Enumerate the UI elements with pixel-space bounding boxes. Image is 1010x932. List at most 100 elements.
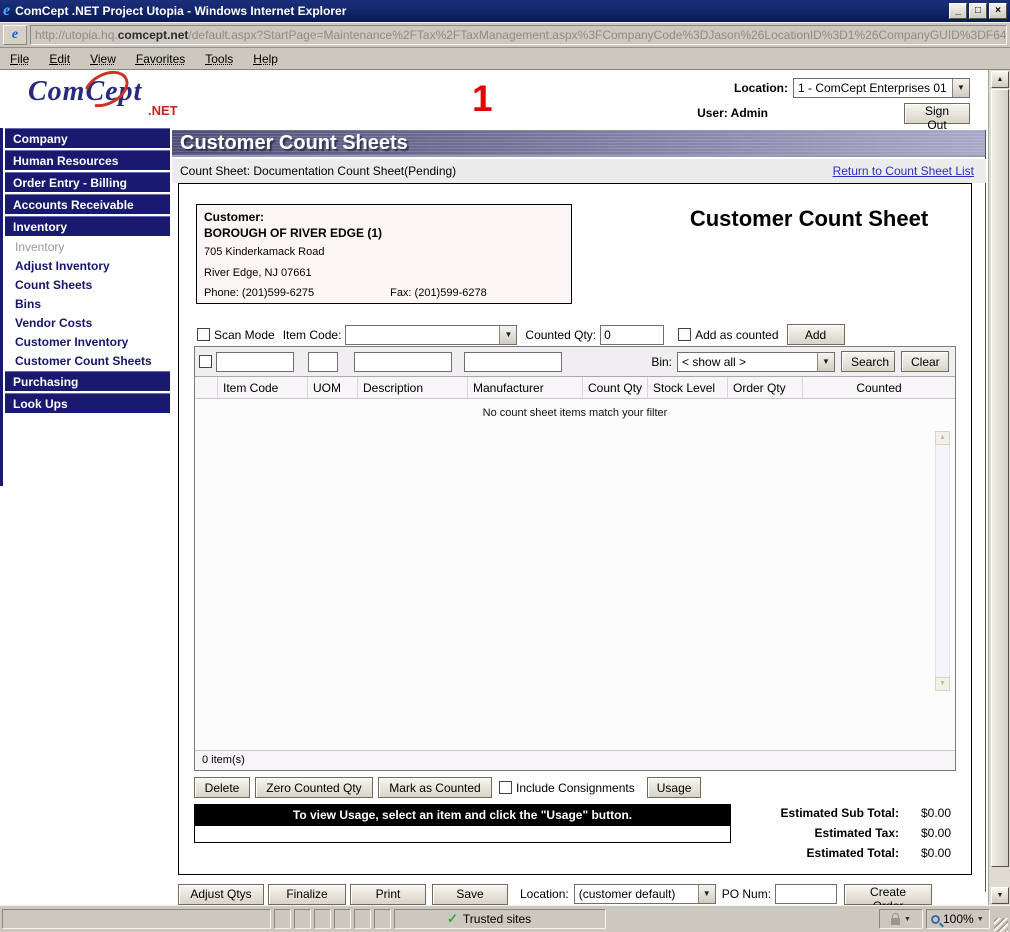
filter-description-input[interactable] <box>354 352 452 372</box>
add-as-counted-checkbox[interactable] <box>678 328 691 341</box>
column-count-qty: Count Qty <box>582 377 647 398</box>
finalize-button[interactable]: Finalize <box>268 884 346 905</box>
sidebar-subitem-customer-inventory[interactable]: Customer Inventory <box>5 333 170 352</box>
sheet-title: Customer Count Sheet <box>644 206 974 232</box>
zoom-control[interactable]: 100% ▼ <box>926 909 990 929</box>
table-scrollbar[interactable]: ▲ ▼ <box>935 431 950 691</box>
filter-item-code-input[interactable] <box>216 352 294 372</box>
sidebar-item-human-resources[interactable]: Human Resources <box>5 150 170 170</box>
chevron-down-icon[interactable]: ▼ <box>817 353 834 371</box>
annotation-marker-1: 1 <box>472 80 493 117</box>
po-num-input[interactable] <box>775 884 837 904</box>
status-mini-panel <box>294 909 311 929</box>
sidebar-item-inventory[interactable]: Inventory <box>5 216 170 236</box>
count-sheet-name: Count Sheet: Documentation Count Sheet(P… <box>180 164 456 178</box>
empty-table-message: No count sheet items match your filter <box>195 407 955 419</box>
scroll-down-icon[interactable]: ▼ <box>991 887 1009 904</box>
print-button[interactable]: Print <box>350 884 426 905</box>
item-code-select[interactable]: ▼ <box>345 325 517 345</box>
sidebar-item-company[interactable]: Company <box>5 128 170 148</box>
bottom-location-select[interactable]: (customer default) ▼ <box>574 884 716 904</box>
search-button[interactable]: Search <box>841 351 895 372</box>
chevron-down-icon[interactable]: ▼ <box>904 916 911 923</box>
location-label: Location: <box>734 81 788 95</box>
menu-tools[interactable]: Tools <box>205 52 233 66</box>
sidebar-subitem-vendor-costs[interactable]: Vendor Costs <box>5 314 170 333</box>
resize-grip[interactable] <box>994 918 1008 932</box>
column-counted: Counted <box>802 377 955 398</box>
status-mini-panel <box>274 909 291 929</box>
adjust-qtys-button[interactable]: Adjust Qtys <box>178 884 264 905</box>
mark-as-counted-button[interactable]: Mark as Counted <box>378 777 492 798</box>
usage-button[interactable]: Usage <box>647 777 701 798</box>
chevron-down-icon[interactable]: ▼ <box>499 326 516 344</box>
sidebar-item-accounts-receivable[interactable]: Accounts Receivable <box>5 194 170 214</box>
maximize-button[interactable]: □ <box>969 3 987 19</box>
estimated-total-label: Estimated Total: <box>807 846 899 860</box>
zero-counted-qty-button[interactable]: Zero Counted Qty <box>255 777 373 798</box>
menu-help[interactable]: Help <box>253 52 278 66</box>
location-select[interactable]: 1 - ComCept Enterprises 01 ▼ <box>793 78 970 98</box>
address-input[interactable]: http://utopia.hq.comcept.net/default.asp… <box>30 25 1007 45</box>
browser-scrollbar[interactable]: ▲ ▼ <box>988 70 1010 905</box>
sidebar-subitem-bins[interactable]: Bins <box>5 295 170 314</box>
sidebar-item-order-entry-billing[interactable]: Order Entry - Billing <box>5 172 170 192</box>
bin-label: Bin: <box>651 355 672 369</box>
url-path: /default.aspx?StartPage=Maintenance%2FTa… <box>188 28 1007 42</box>
menu-view[interactable]: View <box>90 52 116 66</box>
customer-name: BOROUGH OF RIVER EDGE (1) <box>204 226 564 240</box>
ie-logo-icon: e <box>3 3 10 19</box>
return-to-count-sheet-list-link[interactable]: Return to Count Sheet List <box>833 164 974 178</box>
scan-mode-label: Scan Mode <box>214 328 275 342</box>
sidebar-subitem-count-sheets[interactable]: Count Sheets <box>5 276 170 295</box>
sidebar-nav: Company Human Resources Order Entry - Bi… <box>0 128 170 415</box>
page-header: ComCept .NET 1 Location: 1 - ComCept Ent… <box>0 70 988 128</box>
counted-qty-input[interactable] <box>600 325 664 345</box>
comcept-logo: ComCept .NET <box>28 76 198 124</box>
scroll-up-icon[interactable]: ▲ <box>991 71 1009 88</box>
counted-qty-label: Counted Qty: <box>525 328 596 342</box>
usage-hint-empty-row <box>194 826 731 843</box>
delete-button[interactable]: Delete <box>194 777 250 798</box>
magnifier-icon <box>931 915 940 924</box>
page-favicon: e <box>3 25 27 45</box>
table-header-row: Item Code UOM Description Manufacturer C… <box>195 377 955 399</box>
title-bar: e ComCept .NET Project Utopia - Windows … <box>0 0 1010 22</box>
select-all-checkbox[interactable] <box>199 355 212 368</box>
filter-manufacturer-input[interactable] <box>464 352 562 372</box>
trusted-sites-label: Trusted sites <box>463 912 531 926</box>
ie-page-icon: e <box>12 27 18 43</box>
include-consignments-checkbox[interactable] <box>499 781 512 794</box>
filter-uom-input[interactable] <box>308 352 338 372</box>
bin-select[interactable]: < show all > ▼ <box>677 352 835 372</box>
protected-mode-panel[interactable]: ▼ <box>879 909 923 929</box>
customer-label: Customer: <box>204 210 564 224</box>
chevron-down-icon[interactable]: ▼ <box>698 885 715 903</box>
sidebar-item-look-ups[interactable]: Look Ups <box>5 393 170 413</box>
menu-favorites[interactable]: Favorites <box>136 52 185 66</box>
scan-mode-checkbox[interactable] <box>197 328 210 341</box>
add-button[interactable]: Add <box>787 324 845 345</box>
scrollbar-thumb[interactable] <box>991 89 1009 867</box>
menu-file[interactable]: File <box>10 52 29 66</box>
status-mini-panel <box>354 909 371 929</box>
minimize-button[interactable]: _ <box>949 3 967 19</box>
sidebar-subitem-customer-count-sheets[interactable]: Customer Count Sheets <box>5 352 170 371</box>
scroll-up-icon[interactable]: ▲ <box>935 431 950 445</box>
table-scrollbar-track[interactable] <box>935 445 950 677</box>
sign-out-button[interactable]: Sign Out <box>904 103 970 124</box>
scroll-down-icon[interactable]: ▼ <box>935 677 950 691</box>
clear-button[interactable]: Clear <box>901 351 949 372</box>
page-title: Customer Count Sheets <box>172 130 986 157</box>
menu-edit[interactable]: Edit <box>49 52 70 66</box>
sidebar-subitem-adjust-inventory[interactable]: Adjust Inventory <box>5 257 170 276</box>
chevron-down-icon[interactable]: ▼ <box>977 916 984 923</box>
sidebar-item-purchasing[interactable]: Purchasing <box>5 371 170 391</box>
address-bar: e http://utopia.hq.comcept.net/default.a… <box>0 22 1010 48</box>
save-button[interactable]: Save <box>432 884 508 905</box>
close-button[interactable]: × <box>989 3 1007 19</box>
chevron-down-icon[interactable]: ▼ <box>952 79 969 97</box>
content-right-border <box>985 130 986 892</box>
bin-select-value: < show all > <box>678 355 817 369</box>
create-order-button[interactable]: Create Order <box>844 884 932 905</box>
